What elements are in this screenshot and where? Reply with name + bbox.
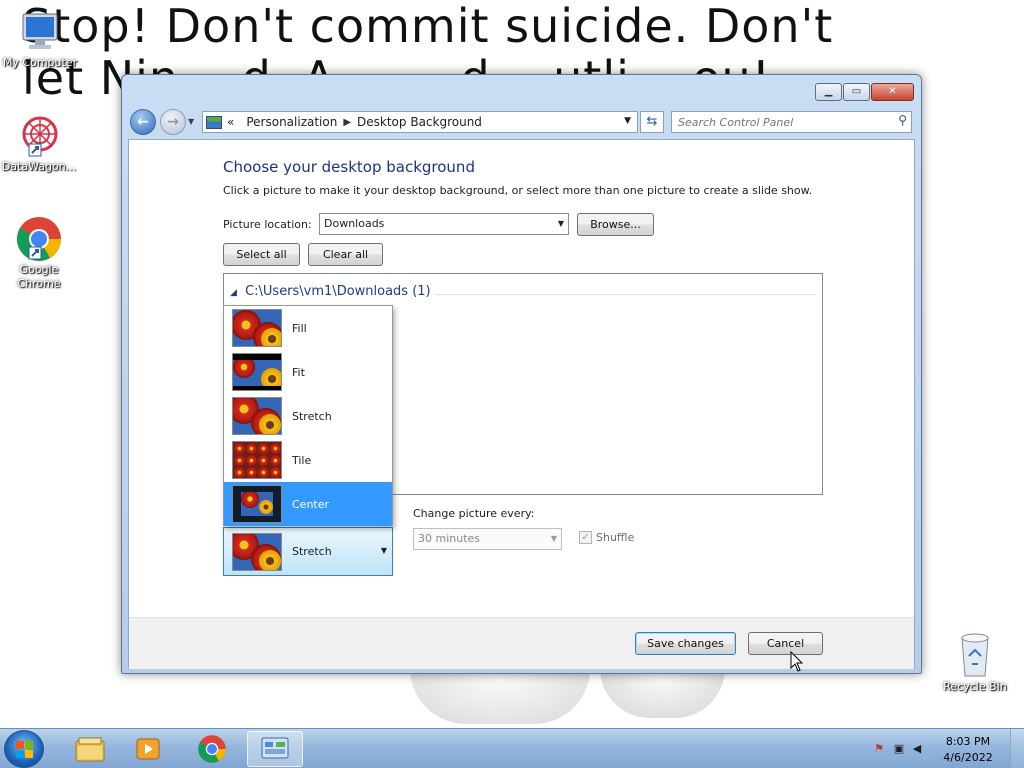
collapse-triangle-icon[interactable]: ◢ [230,288,237,298]
taskbar-windows-explorer[interactable] [62,731,118,767]
window-content: Choose your desktop background Click a p… [128,139,915,669]
search-box[interactable]: ⚲ [671,111,912,133]
desktop-icon-label: My Computer [2,56,78,69]
maximize-icon[interactable]: ▭ [843,83,870,101]
option-label: Fill [292,321,307,335]
desktop-background-window: ▁ ▭ ✕ ← → ▼ « Personalization ▶ Desktop … [121,74,922,674]
folder-path: C:\Users\vm1\Downloads (1) [245,284,431,299]
shuffle-label: Shuffle [596,531,635,544]
desktop-icon-recycle-bin[interactable]: Recycle Bin [936,630,1014,694]
desktop-icon-datawagon[interactable]: DataWagon... [0,112,78,174]
recent-pages-chevron-icon[interactable]: ▼ [188,117,194,126]
control-panel-icon [261,737,289,759]
chrome-icon [17,217,61,261]
breadcrumb-prefix[interactable]: « [227,115,234,129]
fit-thumbnail [232,353,282,391]
tile-thumbnail [232,441,282,479]
position-option-stretch[interactable]: Stretch [224,394,392,438]
desktop-icon-label: DataWagon... [1,160,77,173]
refresh-icon[interactable]: ⇆ [640,111,664,133]
center-thumbnail [232,485,282,523]
control-panel-icon [206,115,222,129]
taskbar-google-chrome[interactable] [184,731,240,767]
picture-location-select[interactable]: Downloads ▼ [319,213,569,235]
desktop-icon-google-chrome[interactable]: Google Chrome [0,215,78,291]
wallpaper-figure [410,668,730,728]
address-dropdown-icon[interactable]: ▼ [624,116,631,126]
picture-location-value: Downloads [324,217,385,230]
position-option-fit[interactable]: Fit [224,350,392,394]
windows-logo-icon [16,741,34,759]
clock-time: 8:03 PM [945,735,991,748]
search-input[interactable] [678,112,890,132]
browse-button[interactable]: Browse... [577,213,654,236]
clock[interactable]: 8:03 PM 4/6/2022 [928,734,1008,766]
datawagon-icon [22,116,58,157]
desktop-icon-label: Recycle Bin [943,680,1007,693]
chevron-down-icon: ▼ [550,534,557,543]
folder-group-header[interactable]: ◢ C:\Users\vm1\Downloads (1) [230,284,431,299]
address-bar[interactable]: « Personalization ▶ Desktop Background ▼ [202,111,638,133]
show-desktop-button[interactable] [1010,729,1024,768]
media-player-icon [136,738,160,760]
chrome-icon [198,735,226,763]
window-controls: ▁ ▭ ✕ [814,83,914,101]
taskbar-control-panel[interactable] [247,731,303,767]
breadcrumb-personalization[interactable]: Personalization [246,115,337,129]
save-changes-button[interactable]: Save changes [635,632,736,655]
close-icon[interactable]: ✕ [871,83,914,101]
computer-icon [22,13,58,49]
picture-position-select[interactable]: Stretch ▼ [223,527,393,576]
page-description: Click a picture to make it your desktop … [223,184,813,197]
stretch-thumbnail [232,532,282,571]
desktop-icon-label: Google Chrome [17,263,61,290]
desktop-icon-my-computer[interactable]: My Computer [1,8,79,70]
picture-location-label: Picture location: [223,218,312,231]
search-icon[interactable]: ⚲ [898,113,907,127]
clear-all-button[interactable]: Clear all [308,243,383,266]
group-divider [434,294,816,295]
fill-thumbnail [232,309,282,347]
mouse-cursor-icon [790,651,804,672]
option-label: Center [292,497,330,511]
change-picture-interval-select[interactable]: 30 minutes ▼ [413,528,562,550]
taskbar: ⚑ ▣ ◀ 8:03 PM 4/6/2022 [0,728,1024,768]
breadcrumb-desktop-background[interactable]: Desktop Background [357,115,482,129]
page-title: Choose your desktop background [223,158,475,176]
position-option-fill[interactable]: Fill [224,306,392,350]
windows-explorer-icon [75,737,105,762]
action-center-flag-icon[interactable]: ⚑ [872,742,886,756]
select-all-button[interactable]: Select all [223,243,300,266]
breadcrumb-separator-icon[interactable]: ▶ [343,117,351,128]
minimize-icon[interactable]: ▁ [815,83,842,101]
navigation-bar: ← → ▼ « Personalization ▶ Desktop Backgr… [130,109,915,135]
checkmark-icon[interactable]: ✓ [579,531,592,544]
option-label: Stretch [292,409,332,423]
clock-date: 4/6/2022 [943,751,993,764]
option-label: Fit [292,365,305,379]
cancel-button[interactable]: Cancel [748,632,823,655]
chevron-down-icon: ▼ [557,219,564,228]
forward-arrow-icon[interactable]: → [160,109,186,135]
network-icon[interactable]: ▣ [892,742,906,756]
system-tray: ⚑ ▣ ◀ 8:03 PM 4/6/2022 [844,729,1024,768]
stretch-thumbnail [232,397,282,435]
position-option-tile[interactable]: Tile [224,438,392,482]
picture-position-value: Stretch [292,545,332,558]
shuffle-checkbox[interactable]: ✓ Shuffle [579,531,634,544]
position-option-center[interactable]: Center [224,482,392,526]
start-button[interactable] [4,730,44,768]
chevron-down-icon: ▼ [380,546,387,555]
speaker-icon[interactable]: ◀ [910,742,924,756]
change-picture-value: 30 minutes [418,532,481,545]
taskbar-media-player[interactable] [120,731,176,767]
recycle-bin-icon [961,633,989,677]
back-arrow-icon[interactable]: ← [130,109,156,135]
option-label: Tile [292,453,312,467]
wallpaper-line-1: Stop! Don't commit suicide. Don't [22,0,834,53]
change-picture-label: Change picture every: [413,507,535,520]
picture-position-dropdown: Fill Fit Stretch Tile Center [223,305,393,526]
